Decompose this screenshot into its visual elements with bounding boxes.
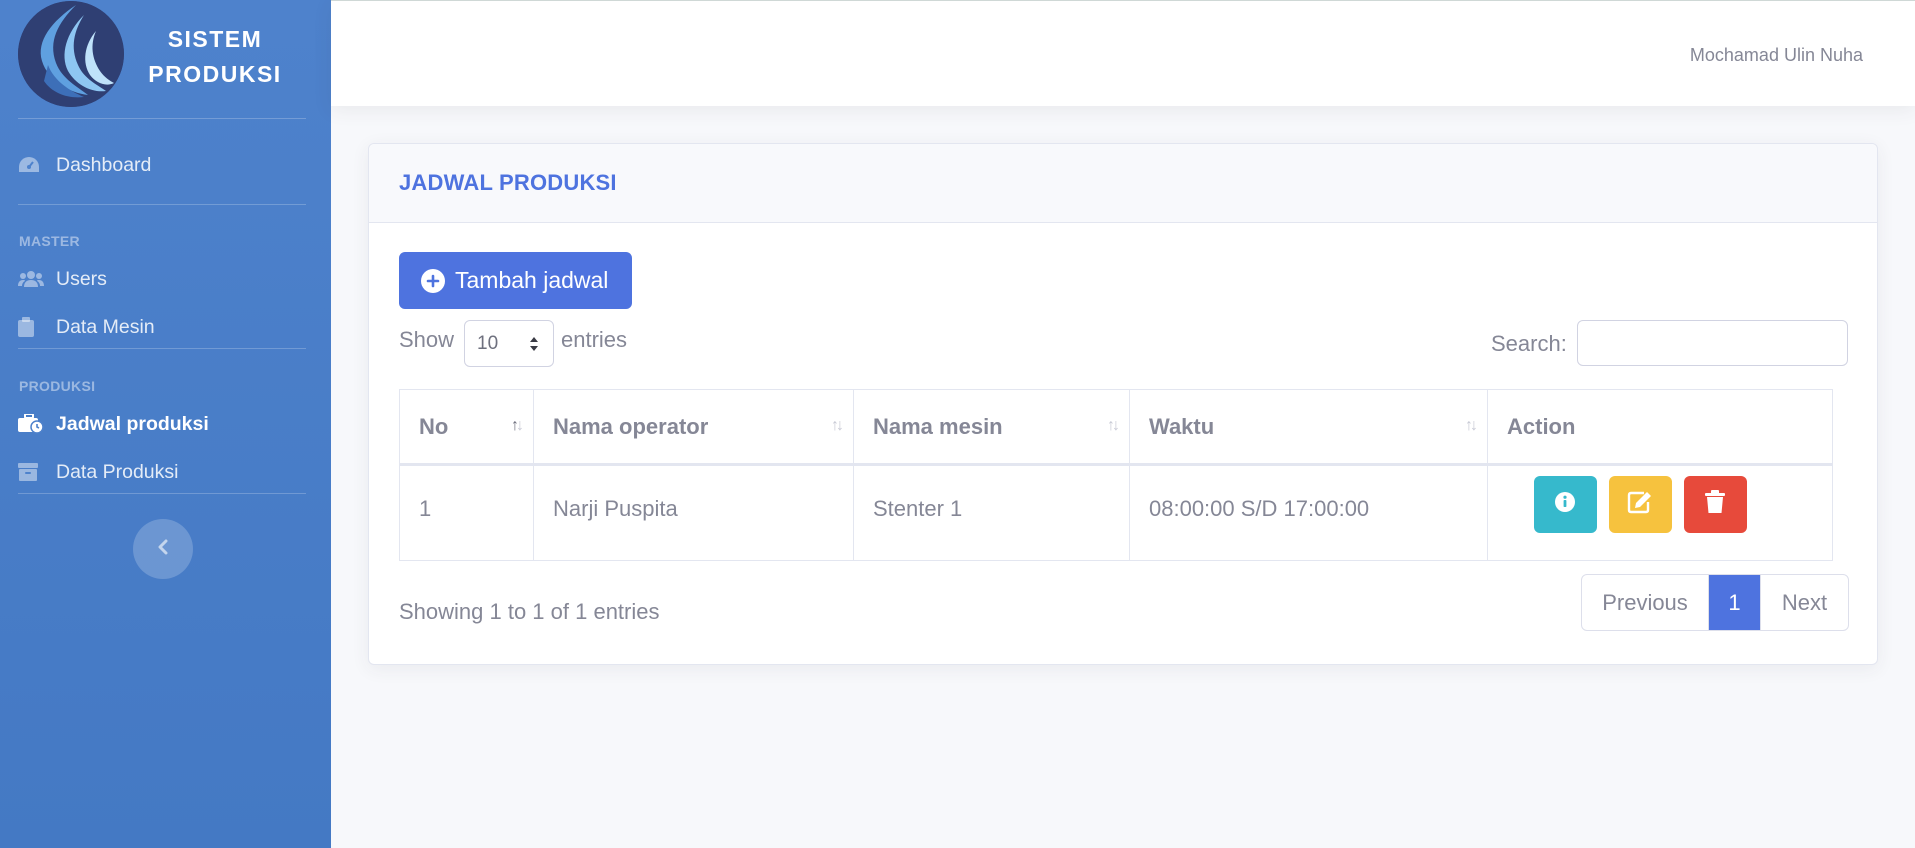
brand[interactable]: SISTEM PRODUKSI (0, 0, 331, 118)
plus-circle-icon (421, 268, 445, 293)
edit-icon (1627, 490, 1653, 520)
column-header-mesin[interactable]: Nama mesin ↑↓ (853, 389, 1130, 466)
sidebar-item-data-produksi[interactable]: Data Produksi (18, 455, 308, 489)
sort-icon: ↑↓ (1465, 417, 1478, 434)
sidebar-divider (18, 118, 306, 119)
trash-icon (1705, 489, 1725, 520)
sidebar-heading-produksi: PRODUKSI (19, 378, 96, 394)
card-header: JADWAL PRODUKSI (369, 144, 1877, 223)
sidebar-toggle-button[interactable] (133, 519, 193, 579)
column-header-no[interactable]: No ↑↓ (399, 389, 534, 466)
delete-button[interactable] (1683, 476, 1747, 533)
column-header-operator[interactable]: Nama operator ↑↓ (533, 389, 854, 466)
next-page-button[interactable]: Next (1760, 575, 1848, 630)
sidebar-item-label: Data Mesin (56, 315, 155, 338)
search-input[interactable] (1577, 320, 1848, 366)
brand-line-1: SISTEM (167, 26, 263, 52)
schedule-table: No ↑↓ Nama operator ↑↓ Nama mesin ↑↓ Wak… (399, 389, 1833, 561)
sort-icon: ↑↓ (831, 417, 844, 434)
add-schedule-label: Tambah jadwal (455, 267, 609, 293)
sidebar-divider (18, 204, 306, 205)
cell-no: 1 (399, 464, 534, 561)
sidebar-item-label: Dashboard (56, 153, 152, 176)
sidebar-divider (18, 348, 306, 349)
sidebar-item-users[interactable]: Users (18, 262, 308, 296)
cell-waktu: 08:00:00 S/D 17:00:00 (1129, 464, 1488, 561)
cell-operator: Narji Puspita (533, 464, 854, 561)
brand-name: SISTEM PRODUKSI (140, 22, 290, 92)
pagination: Previous 1 Next (1581, 574, 1849, 631)
column-header-action: Action (1487, 389, 1833, 466)
edit-button[interactable] (1608, 476, 1672, 533)
column-header-label: No (419, 413, 449, 439)
brand-logo-icon (18, 1, 124, 107)
column-header-label: Nama mesin (873, 413, 1003, 439)
brand-line-2: PRODUKSI (148, 61, 282, 87)
detail-button[interactable] (1533, 476, 1597, 533)
sidebar-item-label: Jadwal produksi (56, 412, 209, 435)
previous-page-button[interactable]: Previous (1582, 575, 1709, 630)
sidebar-item-dashboard[interactable]: Dashboard (18, 148, 308, 182)
archive-icon (18, 461, 56, 483)
column-header-waktu[interactable]: Waktu ↑↓ (1129, 389, 1488, 466)
sort-icon: ↑↓ (1107, 417, 1120, 434)
row-actions (1488, 476, 1832, 533)
schedule-card: JADWAL PRODUKSI Tambah jadwal Show 10 en… (368, 143, 1878, 665)
cell-mesin: Stenter 1 (853, 464, 1130, 561)
chevron-left-icon (157, 539, 169, 560)
column-header-label: Action (1507, 413, 1576, 439)
clipboard-icon (18, 316, 56, 338)
column-header-label: Waktu (1149, 413, 1215, 439)
business-time-icon (18, 413, 56, 435)
sidebar-item-label: Data Produksi (56, 460, 179, 483)
users-icon (18, 268, 56, 290)
page-length-select[interactable]: 10 (464, 320, 554, 367)
table-header-row: No ↑↓ Nama operator ↑↓ Nama mesin ↑↓ Wak… (399, 389, 1833, 466)
search-label: Search: (1491, 331, 1567, 356)
select-arrows-icon (529, 336, 539, 358)
column-header-label: Nama operator (553, 413, 709, 439)
add-schedule-button[interactable]: Tambah jadwal (399, 252, 632, 309)
table-row: 1 Narji Puspita Stenter 1 08:00:00 S/D 1… (399, 464, 1833, 561)
sidebar-item-data-mesin[interactable]: Data Mesin (18, 310, 308, 344)
sidebar-item-jadwal-produksi[interactable]: Jadwal produksi (18, 407, 308, 441)
user-menu[interactable]: Mochamad Ulin Nuha (1690, 45, 1863, 66)
sidebar: SISTEM PRODUKSI Dashboard MASTER Users D… (0, 0, 331, 848)
show-label: Show (399, 327, 455, 352)
page-button-current[interactable]: 1 (1709, 575, 1760, 630)
tachometer-icon (18, 154, 56, 176)
page-length-value: 10 (477, 332, 499, 354)
page-title: JADWAL PRODUKSI (399, 170, 617, 195)
sidebar-heading-master: MASTER (19, 233, 80, 249)
topbar: Mochamad Ulin Nuha (331, 0, 1915, 106)
table-info: Showing 1 to 1 of 1 entries (399, 599, 660, 624)
entries-label: entries (561, 327, 628, 352)
sidebar-item-label: Users (56, 267, 107, 290)
sort-icon: ↑↓ (511, 417, 524, 434)
sidebar-divider (18, 493, 306, 494)
cell-action (1487, 464, 1833, 561)
info-circle-icon (1554, 491, 1576, 519)
